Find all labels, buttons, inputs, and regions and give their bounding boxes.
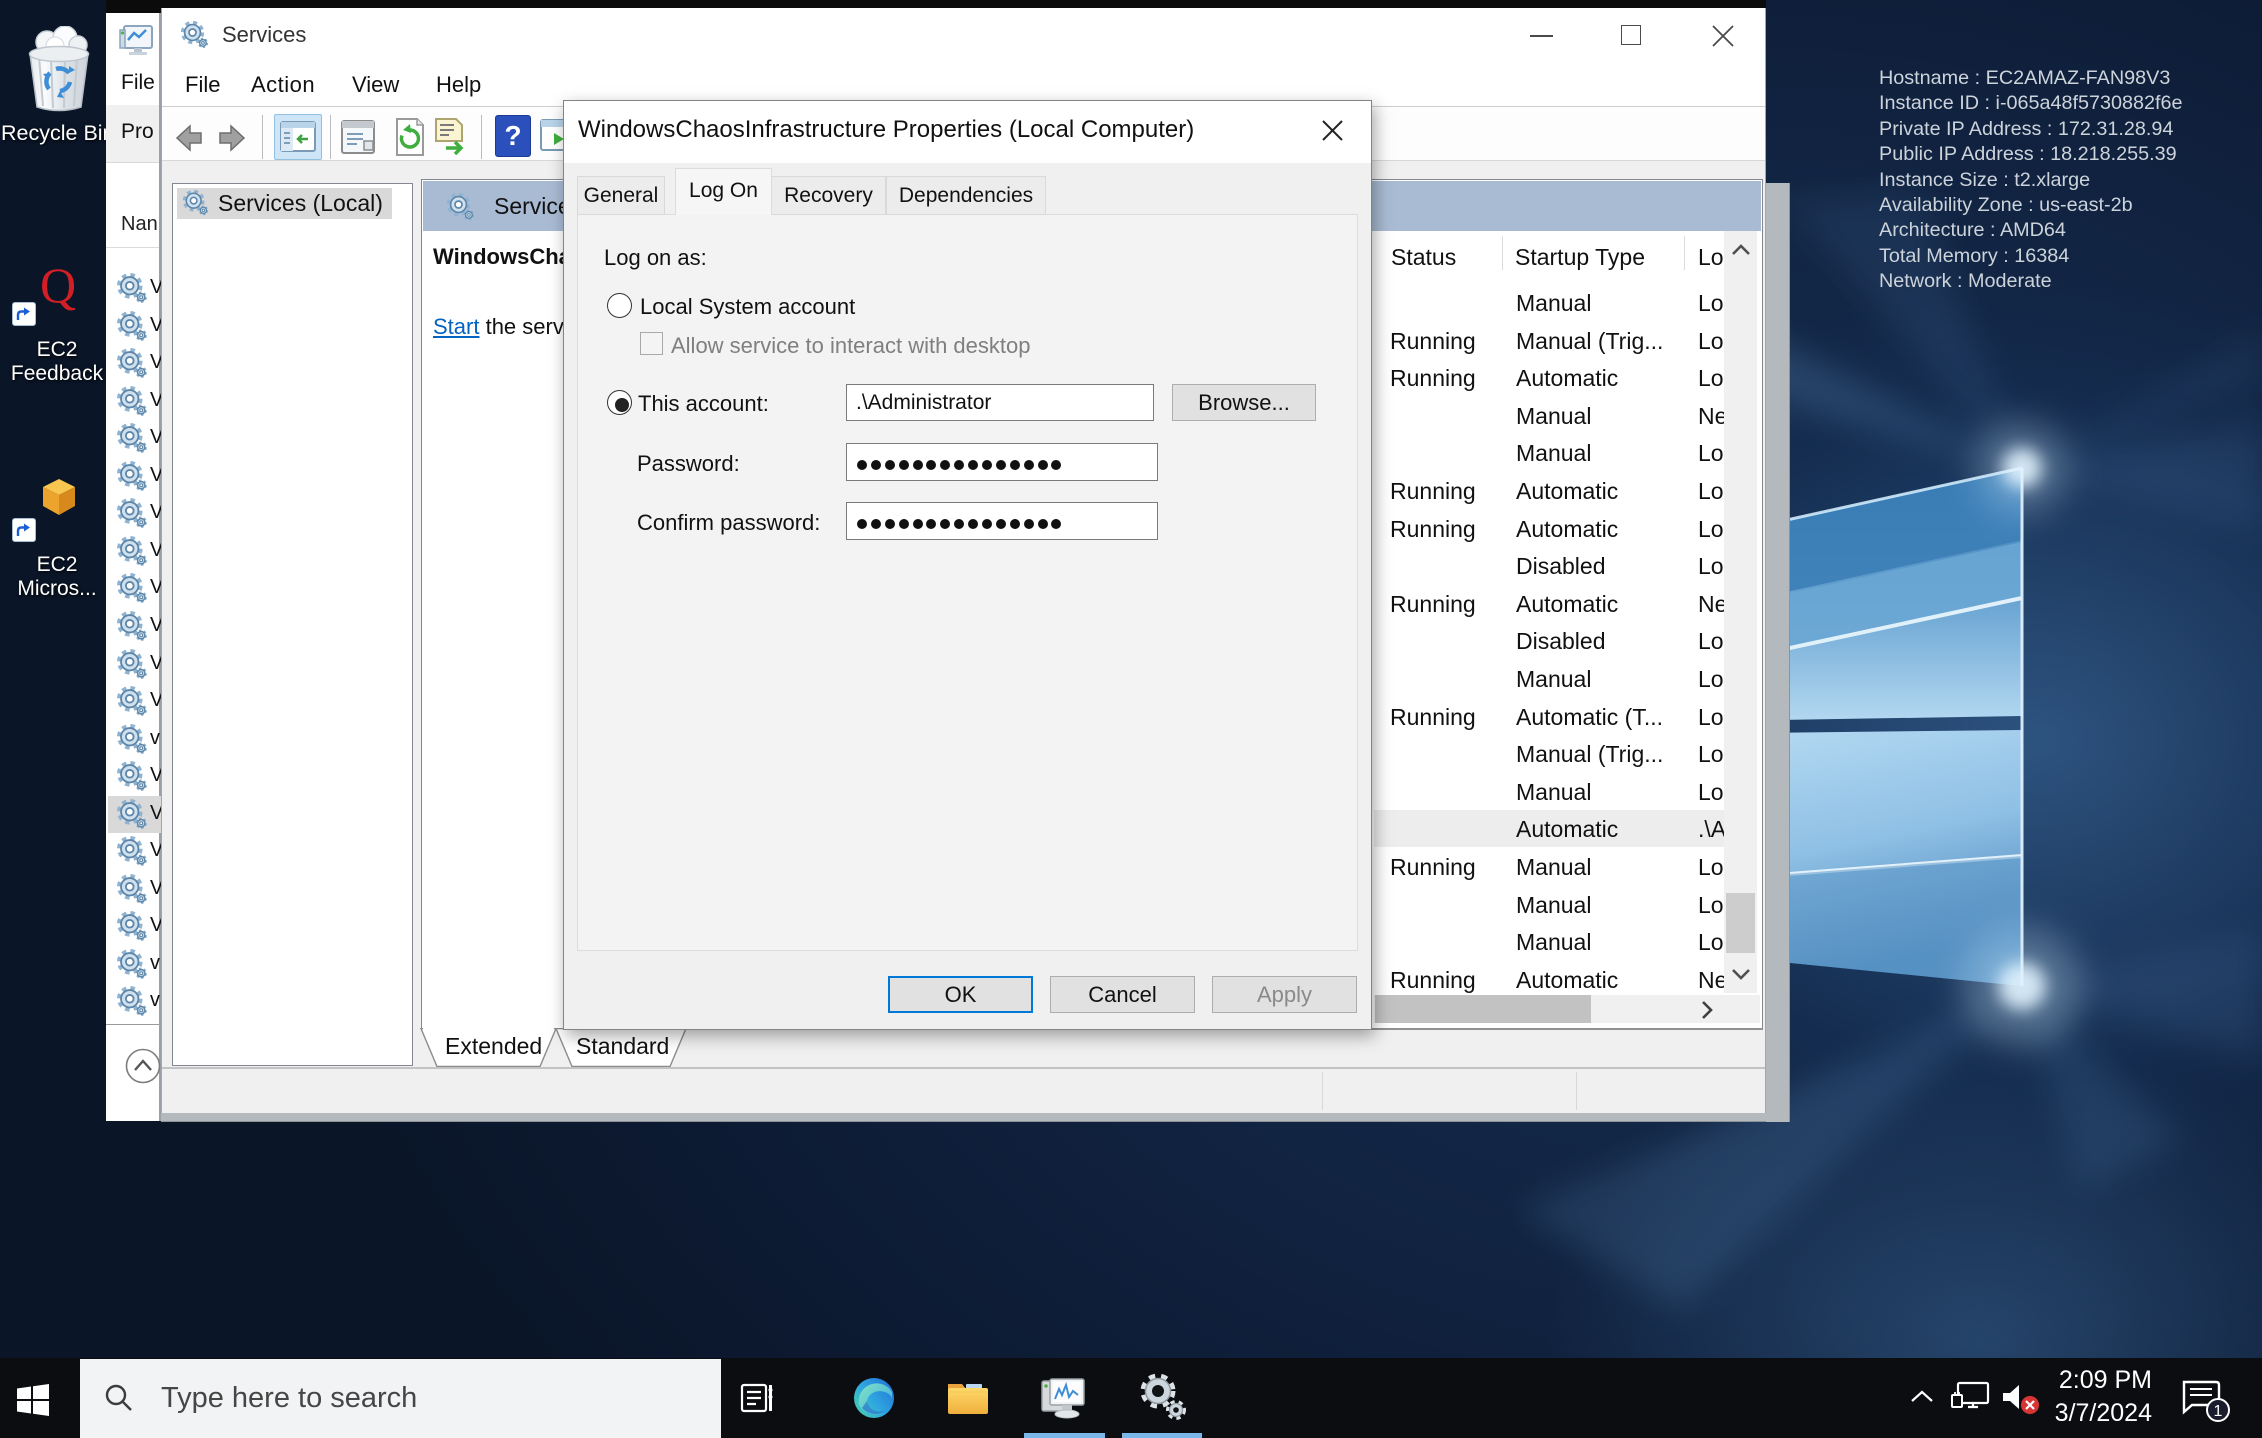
svg-text:1: 1 [2214,1403,2223,1420]
